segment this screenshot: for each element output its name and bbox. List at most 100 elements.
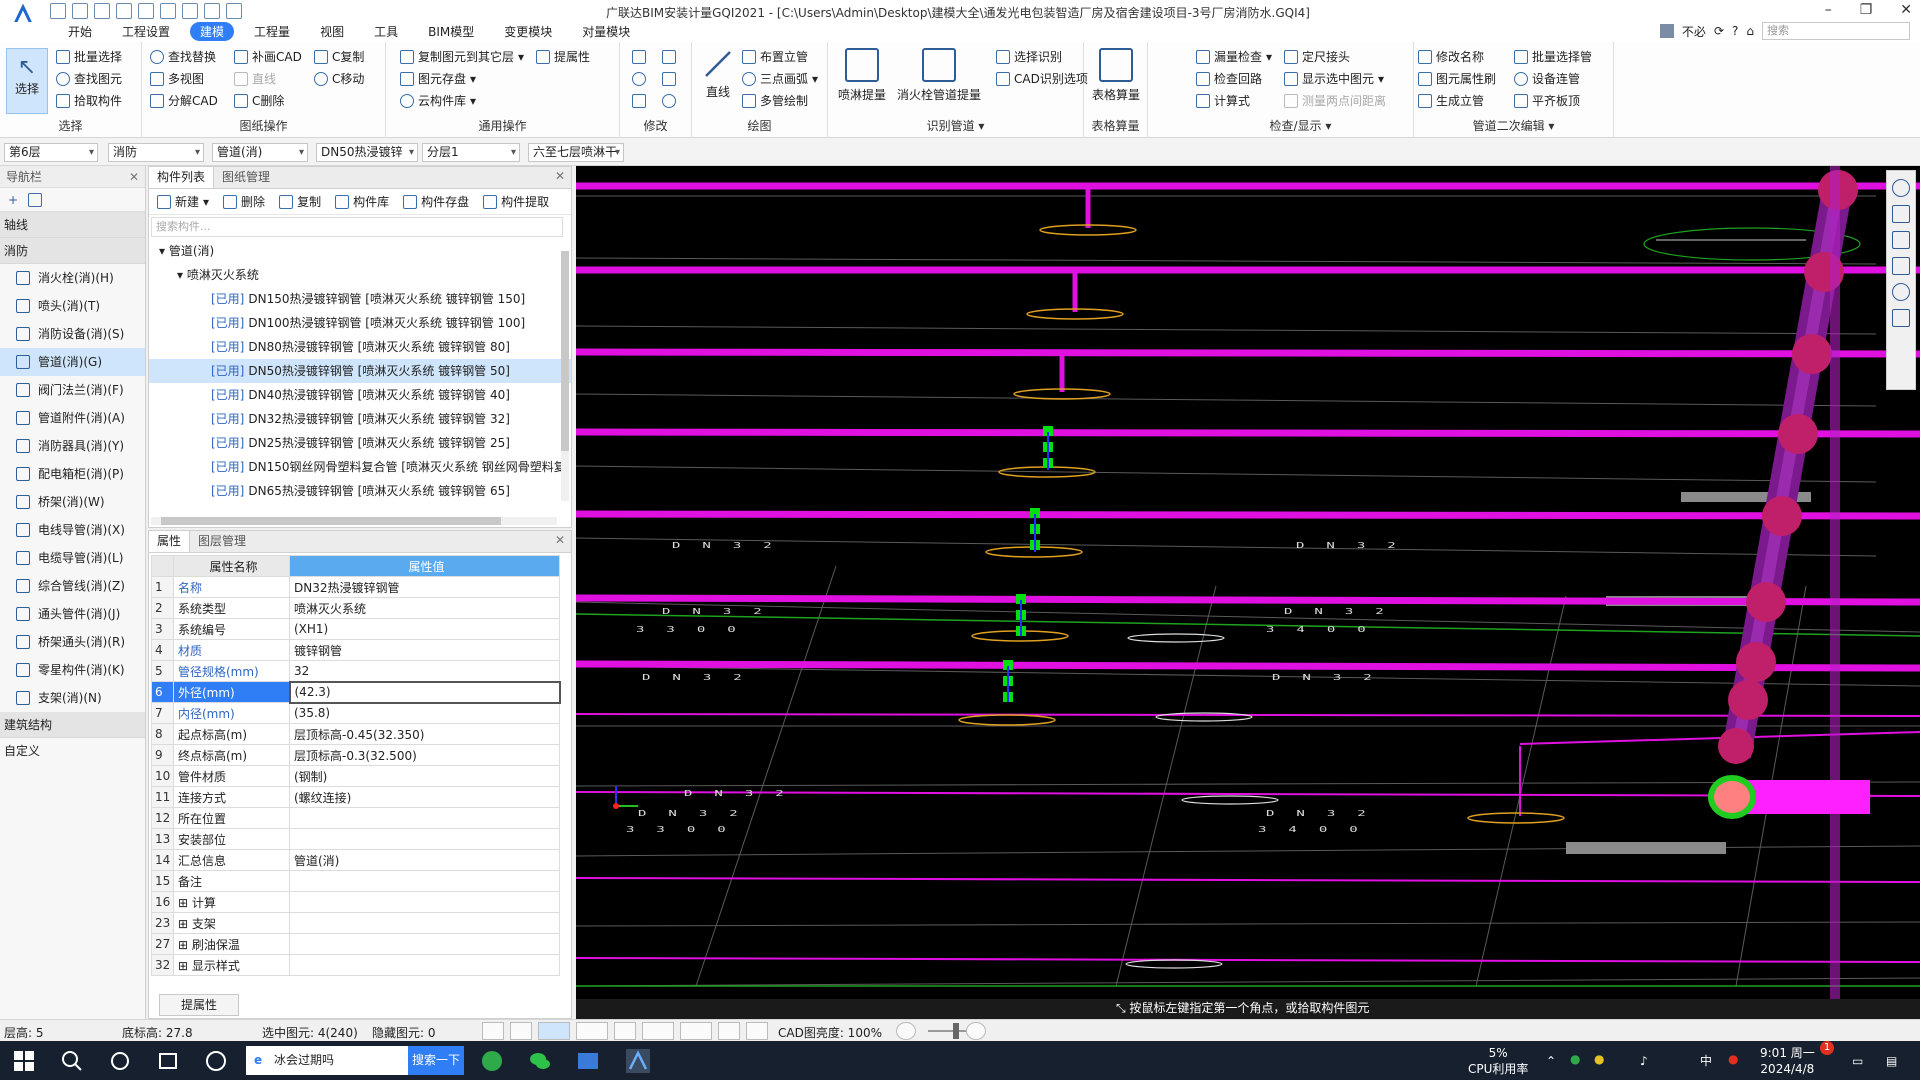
orbit-icon[interactable]	[1892, 179, 1910, 197]
user-avatar[interactable]	[1659, 24, 1674, 38]
tab-properties[interactable]: 属性	[149, 531, 191, 552]
app-s-icon[interactable]	[204, 1049, 228, 1073]
property-row[interactable]: 4 材质 镀锌钢管	[151, 639, 560, 661]
component-item[interactable]: [已用] DN50热浸镀锌钢管 [喷淋灭火系统 镀锌钢管 50]	[149, 359, 571, 383]
edit-icon[interactable]	[28, 192, 43, 207]
draw-cad-button[interactable]: 补画CAD	[234, 48, 302, 65]
notification-center-icon[interactable]: ▭	[1852, 1053, 1863, 1069]
property-value[interactable]: (钢制)	[289, 765, 560, 787]
property-row[interactable]: 3 系统编号 (XH1)	[151, 618, 560, 640]
device-connect-pipe-button[interactable]: 设备连管	[1514, 70, 1580, 87]
menu-item-8[interactable]: 对量模块	[572, 22, 640, 41]
horizontal-scrollbar[interactable]	[151, 517, 557, 525]
show-selected-button[interactable]: 显示选中图元 ▾	[1284, 70, 1384, 87]
tree-root[interactable]: ▾ 管道(消)	[149, 239, 571, 263]
delete-button[interactable]: 删除	[223, 193, 265, 210]
component-item[interactable]: [已用] DN32热浸镀锌钢管 [喷淋灭火系统 镀锌钢管 32]	[149, 407, 571, 431]
cad-recognize-options-button[interactable]: CAD识别选项	[996, 70, 1088, 87]
menu-item-1[interactable]: 工程设置	[112, 22, 180, 41]
property-row[interactable]: 10 管件材质 (钢制)	[151, 765, 560, 787]
grid-icon[interactable]	[182, 3, 198, 19]
property-row[interactable]: 27 ⊞ 刷油保温	[151, 933, 560, 955]
property-value[interactable]	[289, 912, 560, 934]
layers-icon[interactable]	[226, 3, 242, 19]
property-row[interactable]: 12 所在位置	[151, 807, 560, 829]
menu-item-3[interactable]: 工程量	[244, 22, 300, 41]
batch-select-pipe-button[interactable]: 批量选择管	[1514, 48, 1592, 65]
property-value[interactable]: 层顶标高-0.45(32.350)	[289, 723, 560, 745]
property-value[interactable]	[289, 933, 560, 955]
minimize-icon[interactable]: –	[1825, 2, 1832, 18]
check-loop-button[interactable]: 检查回路	[1196, 70, 1262, 87]
refresh-icon[interactable]: ⟳	[1714, 24, 1724, 38]
pick-component-button[interactable]: 拾取构件	[56, 92, 122, 109]
explode-cad-button[interactable]: 分解CAD	[150, 92, 218, 109]
sprinkler-extract-button[interactable]: 喷淋提量	[834, 46, 890, 103]
select-box-icon[interactable]	[538, 1022, 570, 1040]
copy-button[interactable]: 复制	[279, 193, 321, 210]
fixed-joint-button[interactable]: 定尺接头	[1284, 48, 1350, 65]
three-point-arc-button[interactable]: 三点画弧 ▾	[742, 70, 818, 87]
extract-attribute-button[interactable]: 提属性	[159, 994, 239, 1016]
place-riser-button[interactable]: 布置立管	[742, 48, 808, 65]
component-select[interactable]: DN50热浸镀锌	[316, 143, 418, 162]
property-row[interactable]: 16 ⊞ 计算	[151, 891, 560, 913]
cad-viewer-icon[interactable]	[576, 1049, 600, 1073]
import-icon[interactable]	[50, 3, 66, 19]
component-item[interactable]: [已用] DN150钢丝网骨塑料复合管 [喷淋灭火系统 钢丝网骨塑料复	[149, 455, 571, 479]
component-library-button[interactable]: 构件库	[335, 193, 389, 210]
tray-expand-icon[interactable]: ⌃	[1546, 1053, 1556, 1069]
model-viewport[interactable]: DN32 DN32 DN32 DN32 DN32 DN32 DN32 DN32 DN32 3300…	[576, 166, 1920, 1019]
modify-copy-icon[interactable]	[632, 50, 646, 64]
tree-system[interactable]: ▾ 喷淋灭火系统	[149, 263, 571, 287]
property-row[interactable]: 8 起点标高(m) 层顶标高-0.45(32.350)	[151, 723, 560, 745]
curve-icon[interactable]	[746, 1022, 768, 1040]
nav-item[interactable]: 喷头(消)(T)	[0, 292, 145, 320]
component-extract-button[interactable]: 构件提取	[483, 193, 549, 210]
discipline-select[interactable]: 消防	[108, 143, 204, 162]
input-method[interactable]: 中	[1700, 1053, 1712, 1069]
new-button[interactable]: 新建 ▾	[157, 193, 209, 210]
notes-icon[interactable]	[1892, 309, 1910, 327]
3d-view-icon[interactable]	[1892, 231, 1910, 249]
component-search-input[interactable]: 搜索构件...	[151, 217, 563, 237]
property-row[interactable]: 7 内径(mm) (35.8)	[151, 702, 560, 724]
property-value[interactable]	[289, 828, 560, 850]
nav-item[interactable]: 桥架通头(消)(R)	[0, 628, 145, 656]
modify-mirror-icon[interactable]	[662, 50, 676, 64]
menu-item-5[interactable]: 工具	[364, 22, 408, 41]
redo-icon[interactable]	[160, 3, 176, 19]
notification-count-icon[interactable]: ▤	[1886, 1053, 1897, 1069]
property-value[interactable]	[289, 891, 560, 913]
batch-select-button[interactable]: 批量选择	[56, 48, 122, 65]
nav-item[interactable]: 管道附件(消)(A)	[0, 404, 145, 432]
table-icon[interactable]	[204, 3, 220, 19]
property-value[interactable]: (XH1)	[289, 618, 560, 640]
missing-check-button[interactable]: 漏量检查 ▾	[1196, 48, 1272, 65]
multi-pipe-draw-button[interactable]: 多管绘制	[742, 92, 808, 109]
tab-drawing-management[interactable]: 图纸管理	[214, 167, 278, 188]
nav-item[interactable]: 桥架(消)(W)	[0, 488, 145, 516]
property-value[interactable]: 32	[289, 660, 560, 682]
open-folder-icon[interactable]	[94, 3, 110, 19]
2d-view-icon[interactable]	[1892, 205, 1910, 223]
nav-item[interactable]: 消防器具(消)(Y)	[0, 432, 145, 460]
c-delete-button[interactable]: C删除	[234, 92, 284, 109]
vertical-scrollbar[interactable]	[561, 251, 569, 501]
property-row[interactable]: 6 外径(mm) (42.3)	[151, 680, 561, 704]
component-save-button[interactable]: 构件存盘	[403, 193, 469, 210]
menu-item-2[interactable]: 建模	[190, 22, 235, 41]
save-icon[interactable]	[116, 3, 132, 19]
snap-point-icon[interactable]	[680, 1022, 712, 1040]
hydrant-pipe-extract-button[interactable]: 消火栓管道提量	[894, 46, 984, 103]
component-type-select[interactable]: 管道(消)	[212, 143, 308, 162]
cross-icon[interactable]	[614, 1022, 636, 1040]
menu-item-7[interactable]: 变更模块	[494, 22, 562, 41]
tab-layer-management[interactable]: 图层管理	[190, 531, 254, 552]
close-icon[interactable]: ✕	[129, 166, 139, 188]
sogou-icon[interactable]: ●	[1728, 1051, 1738, 1067]
property-row[interactable]: 2 系统类型 喷淋灭火系统	[151, 597, 560, 619]
nav-item[interactable]: 综合管线(消)(Z)	[0, 572, 145, 600]
undo-icon[interactable]	[138, 3, 154, 19]
multi-view-button[interactable]: 多视图	[150, 70, 204, 87]
